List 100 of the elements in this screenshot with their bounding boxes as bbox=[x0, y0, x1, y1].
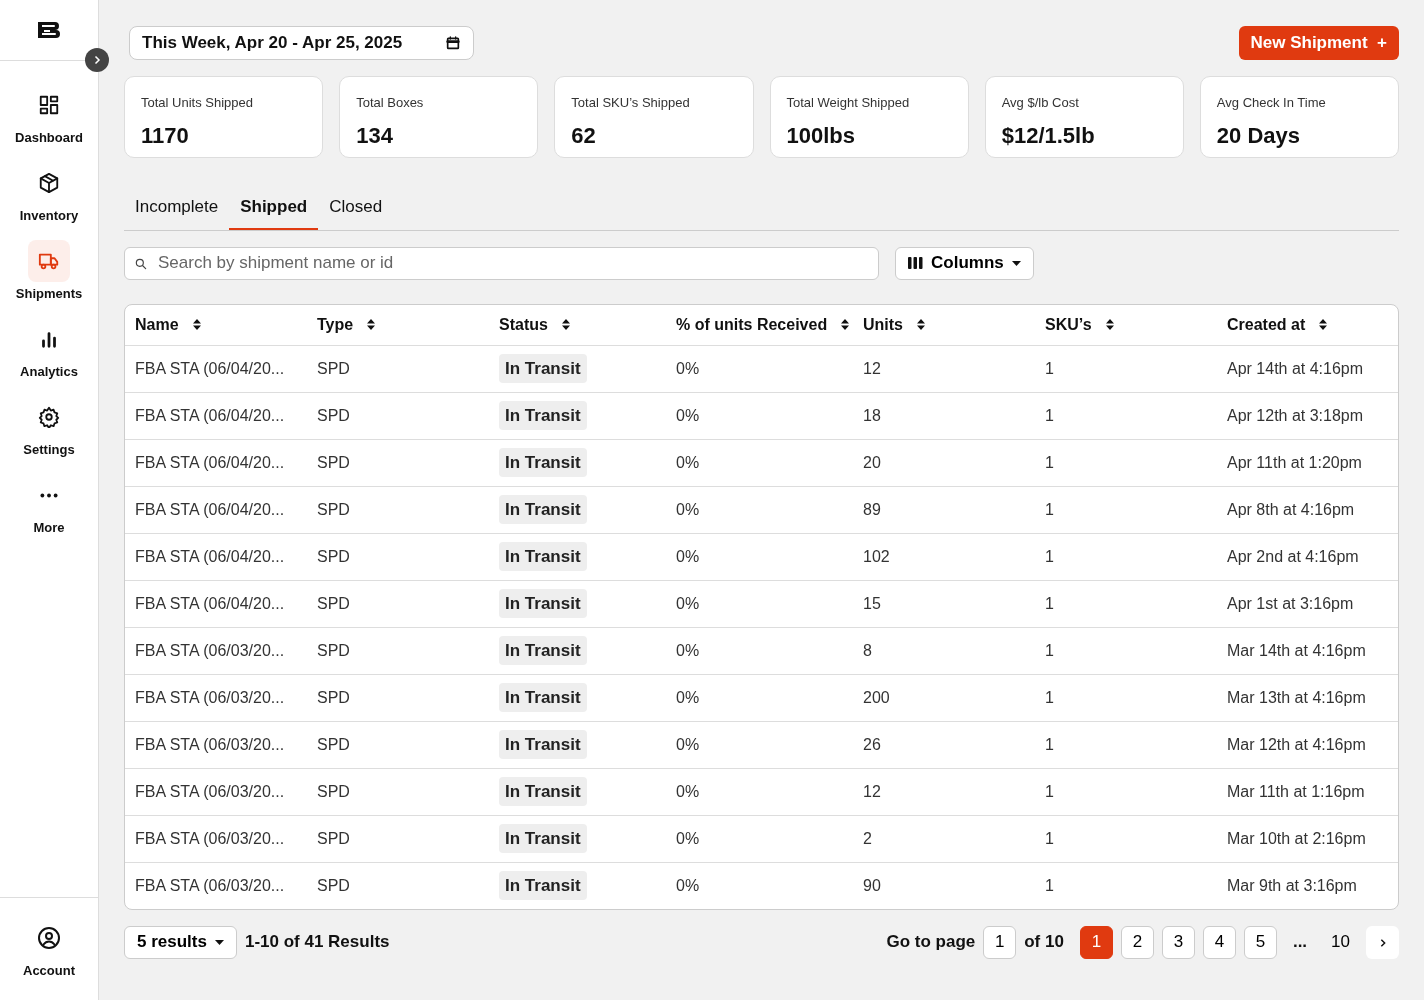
table-cell-text: Apr 14th at 4:16pm bbox=[1227, 358, 1365, 379]
table-cell-text: 1 bbox=[1045, 546, 1055, 567]
sort-icon[interactable] bbox=[841, 319, 850, 330]
table-cell-text: SPD bbox=[317, 687, 351, 708]
table-cell-text: Apr 11th at 1:20pm bbox=[1227, 452, 1363, 473]
status-tag: In Transit bbox=[499, 353, 587, 384]
tab[interactable]: Closed bbox=[318, 186, 394, 230]
status-tag: In Transit bbox=[499, 635, 587, 666]
table-cell-text: 90 bbox=[863, 875, 882, 896]
column-header[interactable]: Name bbox=[135, 312, 179, 337]
column-header[interactable]: Status bbox=[499, 312, 548, 337]
table-cell-text: 1 bbox=[1045, 781, 1055, 802]
table-cell-text: 2 bbox=[863, 828, 873, 849]
sort-icon[interactable] bbox=[561, 319, 570, 330]
table-cell-text: Mar 12th at 4:16pm bbox=[1227, 734, 1367, 755]
column-header[interactable]: Type bbox=[317, 312, 354, 337]
page-button[interactable]: 10 bbox=[1323, 925, 1358, 959]
sort-icon[interactable] bbox=[192, 319, 201, 330]
stat-value: 100lbs bbox=[786, 121, 856, 150]
table-cell-text: 1 bbox=[1045, 734, 1055, 755]
column-header[interactable]: SKU’s bbox=[1045, 312, 1092, 337]
table-cell-text: Mar 9th at 3:16pm bbox=[1227, 875, 1358, 896]
page-button[interactable]: 4 bbox=[1202, 925, 1236, 959]
table-cell-text: FBA STA (06/04/20... bbox=[135, 452, 286, 473]
table-cell-text: 26 bbox=[863, 734, 882, 755]
page-button[interactable]: 5 bbox=[1243, 925, 1277, 959]
table-cell-text: 200 bbox=[863, 687, 891, 708]
table-cell-text: 0% bbox=[676, 358, 701, 379]
table-cell-text: FBA STA (06/03/20... bbox=[135, 828, 286, 849]
stat-label: Total SKU’s Shipped bbox=[571, 94, 691, 112]
sidebar-item[interactable]: Inventory bbox=[0, 155, 98, 233]
column-header[interactable]: % of units Received bbox=[676, 312, 828, 337]
stat-value: $12/1.5lb bbox=[1001, 121, 1096, 150]
table-cell-text: 0% bbox=[676, 828, 701, 849]
table-cell-text: 0% bbox=[676, 640, 701, 661]
table-cell-text: 20 bbox=[863, 452, 882, 473]
sidebar-item[interactable]: Settings bbox=[0, 389, 98, 467]
status-tag: In Transit bbox=[499, 870, 587, 901]
caret-icon bbox=[214, 939, 224, 945]
page-size-dropdown[interactable]: 5 results bbox=[124, 925, 237, 959]
stat-value: 1170 bbox=[141, 121, 190, 150]
table-cell-text: 1 bbox=[1045, 828, 1055, 849]
column-header[interactable]: Created at bbox=[1227, 312, 1306, 337]
table-cell-text: Apr 12th at 3:18pm bbox=[1227, 405, 1365, 426]
date-range-field[interactable]: This Week, Apr 20 - Apr 25, 2025 bbox=[129, 26, 474, 60]
page-button[interactable]: 1 bbox=[1079, 925, 1113, 959]
table-cell-text: FBA STA (06/03/20... bbox=[135, 640, 286, 661]
table-cell-text: Apr 1st at 3:16pm bbox=[1227, 593, 1355, 614]
table-cell-text: SPD bbox=[317, 452, 351, 473]
page-button[interactable]: 3 bbox=[1161, 925, 1195, 959]
table-cell-text: 1 bbox=[1045, 358, 1055, 379]
stat-value: 62 bbox=[571, 121, 597, 150]
page-button[interactable]: 2 bbox=[1120, 925, 1154, 959]
tab[interactable]: Incomplete bbox=[124, 186, 230, 230]
status-tag: In Transit bbox=[499, 823, 587, 854]
column-header[interactable]: Units bbox=[863, 312, 903, 337]
status-tag: In Transit bbox=[499, 494, 587, 525]
table-cell-text: 12 bbox=[863, 781, 882, 802]
table-cell-text: Apr 8th at 4:16pm bbox=[1227, 499, 1356, 520]
stat-label: Total Units Shipped bbox=[141, 94, 254, 112]
table-cell-text: SPD bbox=[317, 593, 351, 614]
status-tag: In Transit bbox=[499, 541, 587, 572]
sort-icon[interactable] bbox=[367, 319, 376, 330]
new-shipment-button[interactable]: New Shipment + bbox=[1238, 26, 1399, 60]
sidebar-item[interactable]: Analytics bbox=[0, 311, 98, 389]
table-cell-text: SPD bbox=[317, 828, 351, 849]
more-icon bbox=[40, 492, 58, 498]
sidebar-item[interactable]: Dashboard bbox=[0, 77, 98, 155]
table-cell-text: SPD bbox=[317, 734, 351, 755]
sort-icon[interactable] bbox=[1105, 319, 1114, 330]
table-cell-text: SPD bbox=[317, 640, 351, 661]
caret-icon bbox=[1011, 260, 1021, 266]
stat-label: Avg Check In Time bbox=[1216, 94, 1327, 112]
sidebar-item[interactable]: More bbox=[0, 467, 98, 545]
stat-label: Total Weight Shipped bbox=[786, 94, 911, 112]
settings-icon bbox=[38, 406, 60, 429]
sidebar-item[interactable]: Shipments bbox=[0, 233, 98, 311]
table-cell-text: 18 bbox=[863, 405, 882, 426]
columns-button[interactable]: Columns bbox=[895, 246, 1034, 280]
sort-icon[interactable] bbox=[917, 319, 925, 330]
account-icon bbox=[37, 926, 61, 951]
account-button[interactable]: Account bbox=[0, 910, 98, 988]
logo-icon bbox=[38, 22, 60, 38]
expand-sidebar-button[interactable] bbox=[85, 48, 109, 72]
table-cell-text: FBA STA (06/04/20... bbox=[135, 405, 286, 426]
status-tag: In Transit bbox=[499, 400, 587, 431]
table-cell-text: 0% bbox=[676, 452, 701, 473]
sort-icon[interactable] bbox=[1319, 319, 1328, 330]
page-number-field[interactable]: 1 bbox=[983, 925, 1017, 959]
table-cell-text: SPD bbox=[317, 875, 351, 896]
table-cell-text: Mar 11th at 1:16pm bbox=[1227, 781, 1366, 802]
table-cell-text: FBA STA (06/04/20... bbox=[135, 546, 286, 567]
table-cell-text: 8 bbox=[863, 640, 873, 661]
table-cell-text: 1 bbox=[1045, 593, 1055, 614]
page-count-label: of 10 bbox=[1024, 931, 1064, 954]
search-field[interactable]: Search by shipment name or id bbox=[124, 246, 879, 280]
table-cell-text: 15 bbox=[863, 593, 882, 614]
table-cell-text: 1 bbox=[1045, 687, 1055, 708]
tab[interactable]: Shipped bbox=[229, 186, 319, 230]
status-tag: In Transit bbox=[499, 447, 587, 478]
